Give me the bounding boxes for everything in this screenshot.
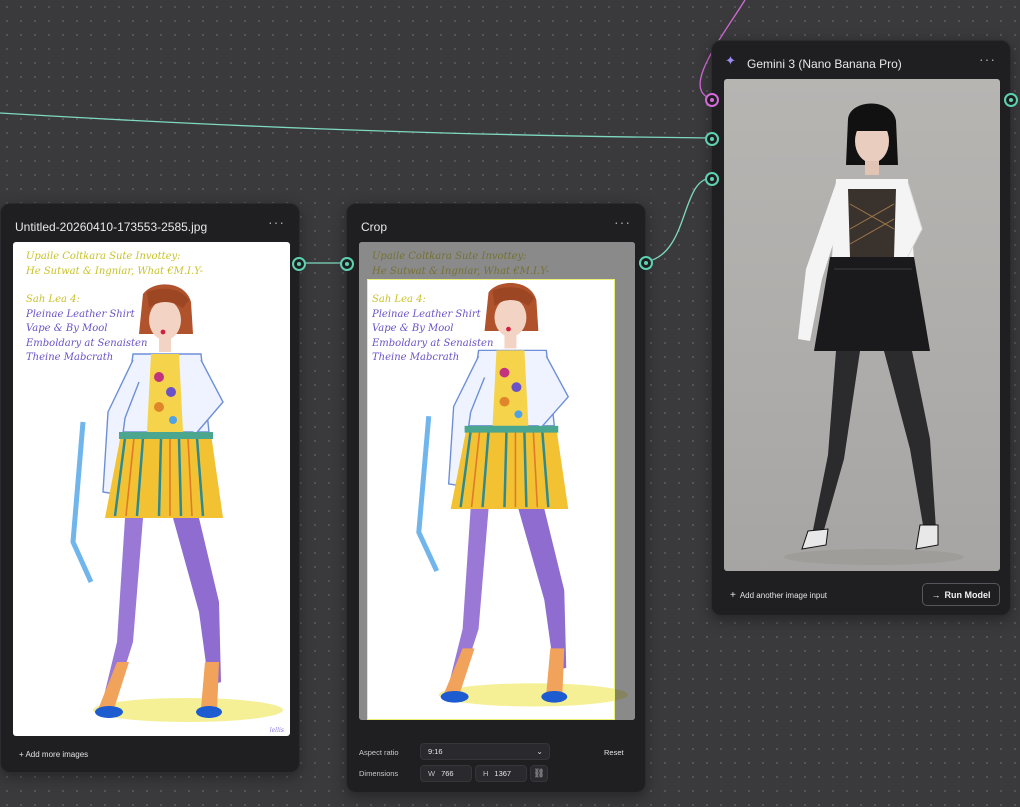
run-model-button[interactable]: → Run Model xyxy=(922,583,1000,606)
plus-icon: + xyxy=(730,590,736,601)
arrow-right-icon: → xyxy=(931,589,941,600)
more-horizontal-icon[interactable]: ··· xyxy=(614,214,631,230)
width-value: 766 xyxy=(441,769,454,778)
source-image-preview: Upaile Coltkara Sute Invottey: He Sutwat… xyxy=(13,242,290,736)
image-node[interactable]: Untitled-20260410-173553-2585.jpg ··· Up… xyxy=(0,203,306,773)
wire-incoming-left xyxy=(0,112,713,139)
aspect-ratio-select[interactable]: 9:16 ⌄ xyxy=(420,743,550,760)
crop-node-input-port[interactable] xyxy=(340,257,354,271)
fashion-sketch-figure xyxy=(70,284,283,722)
sparkle-icon: ✦ xyxy=(725,53,736,68)
run-model-label: Run Model xyxy=(944,589,991,600)
add-image-input-label: Add another image input xyxy=(739,591,828,600)
link-toggle[interactable]: ⛓ xyxy=(530,765,548,782)
more-horizontal-icon[interactable]: ··· xyxy=(979,51,996,67)
height-prefix: H xyxy=(483,769,489,778)
crop-node-output-port[interactable] xyxy=(639,256,653,270)
gemini-output-port[interactable] xyxy=(1004,93,1018,107)
reset-button[interactable]: Reset xyxy=(604,748,624,757)
aspect-ratio-label: Aspect ratio xyxy=(359,748,399,757)
more-horizontal-icon[interactable]: ··· xyxy=(268,214,285,230)
width-field[interactable]: W 766 xyxy=(420,765,472,782)
height-value: 1367 xyxy=(494,769,512,778)
gemini-node[interactable]: ✦ Gemini 3 (Nano Banana Pro) ··· + Add a… xyxy=(705,40,1018,616)
artist-signature: lellis xyxy=(269,727,284,734)
crop-node[interactable]: Crop ··· Upaile Coltkara Sute Invottey: … xyxy=(340,203,653,793)
crop-preview[interactable]: Upaile Coltkara Sute Invottey: He Sutwat… xyxy=(359,242,635,720)
gemini-image-input-port-2[interactable] xyxy=(705,172,719,186)
image-node-title: Untitled-20260410-173553-2585.jpg xyxy=(15,220,208,234)
width-prefix: W xyxy=(428,769,436,778)
gemini-prompt-input-port[interactable] xyxy=(705,93,719,107)
add-image-input-button[interactable]: + Add another image input xyxy=(730,590,827,601)
wire-crop-to-gemini xyxy=(644,177,713,263)
crop-selection-box[interactable] xyxy=(367,279,615,720)
aspect-ratio-value: 9:16 xyxy=(428,747,443,756)
dimensions-label: Dimensions xyxy=(359,769,399,778)
image-node-output-port[interactable] xyxy=(292,257,306,271)
gemini-node-title: Gemini 3 (Nano Banana Pro) xyxy=(747,57,902,71)
link-icon: ⛓ xyxy=(533,768,545,778)
add-more-images-button[interactable]: + Add more images xyxy=(19,750,88,759)
model-photo-figure xyxy=(784,103,964,565)
gemini-image-input-port-1[interactable] xyxy=(705,132,719,146)
generated-image-preview xyxy=(724,79,1000,571)
chevron-down-icon: ⌄ xyxy=(536,747,543,756)
height-field[interactable]: H 1367 xyxy=(475,765,527,782)
crop-node-title: Crop xyxy=(361,220,388,234)
